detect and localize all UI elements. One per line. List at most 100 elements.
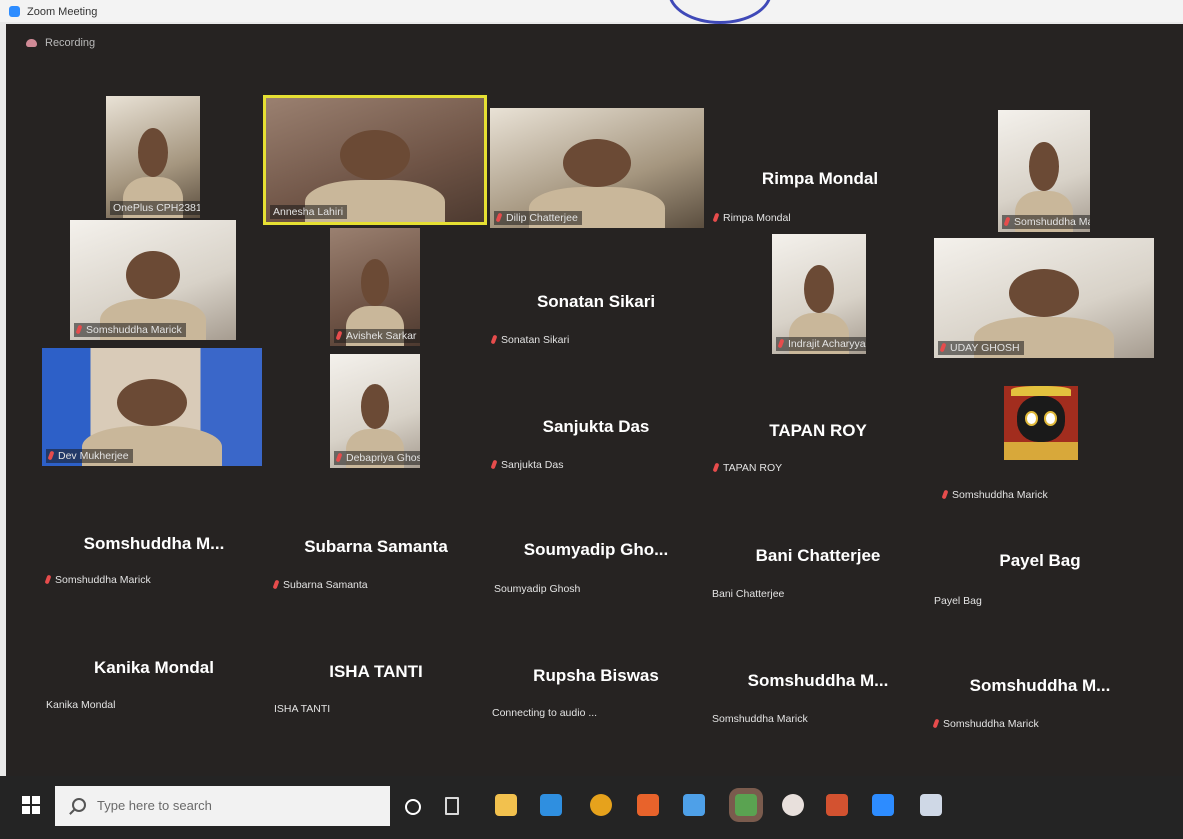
participant-nameplate: Sonatan Sikari	[490, 334, 570, 346]
participant-video-tile[interactable]: Somshuddha Marick	[70, 220, 236, 340]
participant-nameplate: Annesha Lahiri	[270, 205, 348, 219]
gallery-view: Recording OnePlus CPH2381 Annesha Lahiri D…	[6, 24, 1183, 776]
participant-display-name[interactable]: Payel Bag	[999, 551, 1080, 571]
participant-display-name[interactable]: Bani Chatterjee	[756, 546, 881, 566]
nameplate-text: Somshuddha Marick	[55, 574, 151, 586]
recording-indicator[interactable]: Recording	[26, 37, 95, 49]
participant-video-tile[interactable]: Annesha Lahiri	[263, 95, 487, 225]
video-feed-shape	[126, 251, 180, 300]
participant-display-name[interactable]: Sanjukta Das	[543, 417, 650, 437]
mic-muted-icon	[490, 334, 498, 345]
participant-nameplate: Subarna Samanta	[272, 579, 368, 591]
participant-video-tile[interactable]: Somshuddha Marick	[941, 386, 1078, 501]
participant-display-name[interactable]: Somshuddha M...	[84, 534, 225, 554]
nameplate-text: Connecting to audio ...	[492, 707, 598, 719]
participant-video-tile[interactable]: OnePlus CPH2381	[106, 96, 200, 218]
participant-video-tile[interactable]: Indrajit Acharyya	[772, 234, 866, 354]
video-feed-shape	[1004, 442, 1078, 460]
nameplate-text: Somshuddha Marick	[952, 489, 1048, 501]
mic-muted-icon	[941, 489, 949, 500]
nameplate-text: ISHA TANTI	[274, 703, 331, 715]
title-bar: Zoom Meeting	[0, 0, 1183, 22]
chrome-icon[interactable]	[590, 794, 612, 816]
participant-video-tile[interactable]: Debapriya Ghosh	[330, 354, 420, 468]
video-feed-shape	[1024, 411, 1039, 426]
nameplate-text: OnePlus CPH2381	[113, 202, 200, 214]
participant-display-name[interactable]: Sonatan Sikari	[537, 292, 655, 312]
windows-start-icon[interactable]	[22, 796, 40, 814]
participant-display-name[interactable]: TAPAN ROY	[769, 421, 867, 441]
chrome-alt-icon[interactable]	[782, 794, 804, 816]
participant-display-name[interactable]: Somshuddha M...	[970, 676, 1111, 696]
participant-nameplate: ISHA TANTI	[274, 703, 330, 715]
participant-nameplate: TAPAN ROY	[712, 462, 782, 474]
participant-nameplate: OnePlus CPH2381	[110, 201, 200, 215]
bird-app-icon[interactable]	[920, 794, 942, 816]
participant-nameplate: Somshuddha Marick	[712, 713, 808, 725]
participant-nameplate: Somshuddha Marick	[932, 718, 1039, 730]
nameplate-text: Kanika Mondal	[46, 699, 116, 711]
nameplate-text: Debapriya Ghosh	[346, 452, 420, 464]
participant-nameplate: Somshuddha Marick	[44, 574, 151, 586]
nameplate-text: Bani Chatterjee	[712, 588, 785, 600]
nameplate-text: UDAY GHOSH	[950, 342, 1020, 354]
chrome-profile-icon[interactable]	[735, 794, 757, 816]
participant-nameplate: Rimpa Mondal	[712, 212, 791, 224]
participant-display-name[interactable]: Soumyadip Gho...	[524, 540, 669, 560]
video-feed-shape	[360, 383, 390, 430]
participant-nameplate: Indrajit Acharyya	[776, 337, 866, 351]
recording-label: Recording	[45, 37, 96, 49]
mic-muted-icon	[495, 212, 503, 223]
powerpoint-icon[interactable]	[826, 794, 848, 816]
participant-display-name[interactable]: ISHA TANTI	[329, 662, 423, 682]
participant-nameplate: Kanika Mondal	[46, 699, 115, 711]
zoom-icon[interactable]	[872, 794, 894, 816]
participant-display-name[interactable]: Rupsha Biswas	[533, 666, 659, 686]
participant-video-tile[interactable]: Avishek Sarkar	[330, 228, 420, 346]
mic-muted-icon	[47, 450, 55, 461]
mic-muted-icon	[712, 462, 720, 473]
participant-nameplate: Payel Bag	[934, 595, 982, 607]
window-title: Zoom Meeting	[27, 6, 98, 18]
participant-video-tile[interactable]: UDAY GHOSH	[934, 238, 1154, 358]
taskbar-search-box[interactable]: Type here to search	[55, 786, 390, 826]
participant-nameplate: Somshuddha Marick	[74, 323, 186, 337]
checkmark-app-icon[interactable]	[683, 794, 705, 816]
nameplate-text: Somshuddha Marick	[1014, 216, 1090, 228]
nameplate-text: Sonatan Sikari	[501, 334, 570, 346]
nameplate-text: Somshuddha Marick	[86, 324, 182, 336]
nameplate-text: Payel Bag	[934, 595, 982, 607]
zoom-logo-icon	[9, 6, 20, 17]
mic-muted-icon	[712, 212, 720, 223]
participant-display-name[interactable]: Kanika Mondal	[94, 658, 214, 678]
task-view-circle-icon[interactable]	[405, 799, 421, 815]
nameplate-text: Avishek Sarkar	[346, 330, 417, 342]
mic-muted-icon	[335, 452, 343, 463]
mic-muted-icon	[1003, 216, 1011, 227]
task-view-icon[interactable]	[445, 797, 459, 815]
mail-icon[interactable]	[540, 794, 562, 816]
video-feed-shape	[340, 130, 410, 180]
participant-video-tile[interactable]: Dev Mukherjee	[42, 348, 262, 466]
video-feed-shape	[1011, 386, 1071, 397]
participant-nameplate: Soumyadip Ghosh	[494, 583, 580, 595]
search-icon	[72, 798, 86, 812]
nameplate-text: Rimpa Mondal	[723, 212, 791, 224]
participant-nameplate: Bani Chatterjee	[712, 588, 784, 600]
participant-display-name[interactable]: Rimpa Mondal	[762, 169, 878, 189]
participant-nameplate: Somshuddha Marick	[940, 488, 1052, 502]
participant-video-tile[interactable]: Somshuddha Marick	[998, 110, 1090, 232]
nameplate-text: Dilip Chatterjee	[506, 212, 578, 224]
nameplate-text: Sanjukta Das	[501, 459, 564, 471]
nameplate-text: Somshuddha Marick	[712, 713, 808, 725]
cloud-recording-icon	[26, 39, 37, 48]
nameplate-text: Subarna Samanta	[283, 579, 368, 591]
firefox-icon[interactable]	[637, 794, 659, 816]
participant-video-tile[interactable]: Dilip Chatterjee	[490, 108, 704, 228]
participant-display-name[interactable]: Subarna Samanta	[304, 537, 448, 557]
nameplate-text: Indrajit Acharyya	[788, 338, 866, 350]
participant-display-name[interactable]: Somshuddha M...	[748, 671, 889, 691]
file-explorer-icon[interactable]	[495, 794, 517, 816]
participant-nameplate: Connecting to audio ...	[492, 707, 597, 719]
participant-nameplate: Dev Mukherjee	[46, 449, 133, 463]
